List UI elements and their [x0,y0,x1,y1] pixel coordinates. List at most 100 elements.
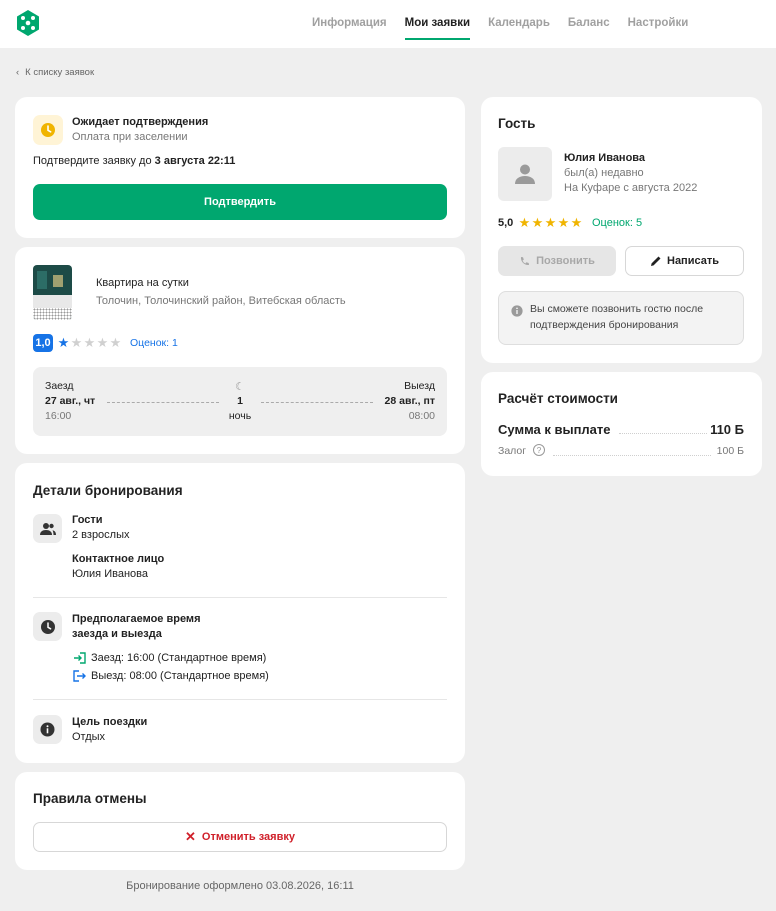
deposit-label: Залог [498,445,527,457]
nav-settings[interactable]: Настройки [628,0,689,48]
checkin-label: Заезд [45,380,74,392]
checkin-date: 27 авг., чт [45,395,96,407]
stay-dates: Заезд 27 авг., чт 16:00 ☾ 1 ночь Выезд 2… [33,367,447,436]
arrival-time-label-1: Предполагаемое время [72,613,201,625]
booking-created-note: Бронирование оформлено 03.08.2026, 16:11 [126,880,354,892]
total-label: Сумма к выплате [498,422,611,437]
star-icon: ★ [83,335,96,350]
listing-rating-stars: ★★★★★ [57,336,122,350]
nights-count: 1 [237,395,243,407]
confirm-prefix: Подтвердите заявку до [33,155,152,167]
checkin-time: 16:00 [45,410,72,422]
chevron-left-icon: ‹ [16,67,20,78]
back-link[interactable]: ‹ К списку заявок [16,67,94,78]
guest-rating: 5,0 [498,217,514,229]
star-icon: ★ [544,215,557,230]
avatar[interactable] [498,147,552,201]
avatar-icon [515,164,535,184]
time-icon [33,612,62,641]
pencil-icon [651,256,661,266]
guest-reviews-link[interactable]: Оценок: 5 [592,217,642,229]
listing-thumbnail[interactable] [33,265,72,320]
listing-reviews-link[interactable]: Оценок: 1 [130,337,178,349]
call-button[interactable]: Позвонить [498,246,616,276]
moon-icon: ☾ [235,381,245,393]
star-icon: ★ [570,215,583,230]
checkout-date: 28 авг., пт [384,395,435,407]
purpose-label: Цель поездки [72,716,148,728]
purpose-value: Отдых [72,731,106,743]
users-icon [33,514,62,543]
contact-value: Юлия Иванова [72,568,148,580]
checkin-line-text: Заезд: 16:00 (Стандартное время) [91,652,267,664]
divider [107,402,219,403]
contact-label: Контактное лицо [72,553,165,565]
guest-card: Гость Юлия Иванова был(а) недавно На Куф… [481,97,762,363]
checkin-line: Заезд: 16:00 (Стандартное время) [73,652,266,664]
guest-rating-stars: ★★★★★ [518,216,583,230]
listing-card: Квартира на сутки Толочин, Толочинский р… [15,247,465,454]
checkout-time: 08:00 [408,410,435,422]
listing-title[interactable]: Квартира на сутки [96,277,189,289]
checkout-label: Выезд [404,380,435,392]
message-button-label: Написать [667,255,719,267]
details-heading: Детали бронирования [33,483,183,498]
back-link-label: К списку заявок [25,67,95,78]
divider [33,699,447,700]
phone-icon [521,256,530,265]
listing-location: Толочин, Толочинский район, Витебская об… [96,295,346,307]
call-info-notice: Вы сможете позвонить гостю после подтвер… [498,291,744,345]
status-subtitle: Оплата при заселении [72,131,188,143]
enter-icon [74,652,86,664]
exit-icon [73,670,86,682]
guest-last-seen: был(а) недавно [564,167,644,179]
cancel-request-button[interactable]: ✕ Отменить заявку [33,822,447,852]
cost-card: Расчёт стоимости Сумма к выплате 110 Б З… [481,372,762,476]
star-icon: ★ [96,335,109,350]
message-button[interactable]: Написать [625,246,744,276]
guest-name[interactable]: Юлия Иванова [564,152,645,164]
confirm-deadline-text: Подтвердите заявку до 3 августа 22:11 [33,155,235,167]
main-nav: Информация Мои заявки Календарь Баланс Н… [312,0,688,48]
call-info-line-1: Вы сможете позвонить гостю после [530,303,704,315]
star-icon: ★ [531,215,544,230]
nav-calendar[interactable]: Календарь [488,0,550,48]
nav-my-requests[interactable]: Мои заявки [404,0,471,40]
star-icon: ★ [557,215,570,230]
info-icon [511,305,523,317]
nav-balance[interactable]: Баланс [568,0,610,48]
nav-info[interactable]: Информация [312,0,387,48]
help-icon[interactable]: ? [533,444,545,456]
star-icon: ★ [109,335,122,350]
listing-rating-badge: 1,0 [33,334,53,352]
confirm-button[interactable]: Подтвердить [33,184,447,220]
status-card: Ожидает подтверждения Оплата при заселен… [15,97,465,238]
star-icon: ★ [70,335,83,350]
logo-icon[interactable] [14,9,42,37]
cancel-heading: Правила отмены [33,791,147,806]
status-title: Ожидает подтверждения [72,116,209,128]
arrival-time-label-2: заезда и выезда [72,628,162,640]
divider [553,455,711,456]
divider [33,597,447,598]
guests-label: Гости [72,514,103,526]
star-icon: ★ [57,335,70,350]
deposit-value: 100 Б [716,445,744,457]
nights-label: ночь [228,410,252,422]
close-icon: ✕ [185,829,196,844]
divider [261,402,373,403]
top-bar: Информация Мои заявки Календарь Баланс Н… [0,0,776,48]
cancel-card: Правила отмены ✕ Отменить заявку [15,772,465,870]
confirm-deadline: 3 августа 22:11 [154,155,236,167]
cost-heading: Расчёт стоимости [498,391,618,406]
call-button-label: Позвонить [536,255,595,267]
divider [619,433,707,434]
star-icon: ★ [518,215,531,230]
guest-member-since: На Куфаре с августа 2022 [564,182,698,194]
info-icon [33,715,62,744]
clock-icon [33,115,63,145]
total-value: 110 Б [710,422,744,437]
guests-value: 2 взрослых [72,529,130,541]
call-info-line-2: подтверждения бронирования [530,319,679,331]
booking-details-card: Детали бронирования Гости 2 взрослых Кон… [15,463,465,763]
